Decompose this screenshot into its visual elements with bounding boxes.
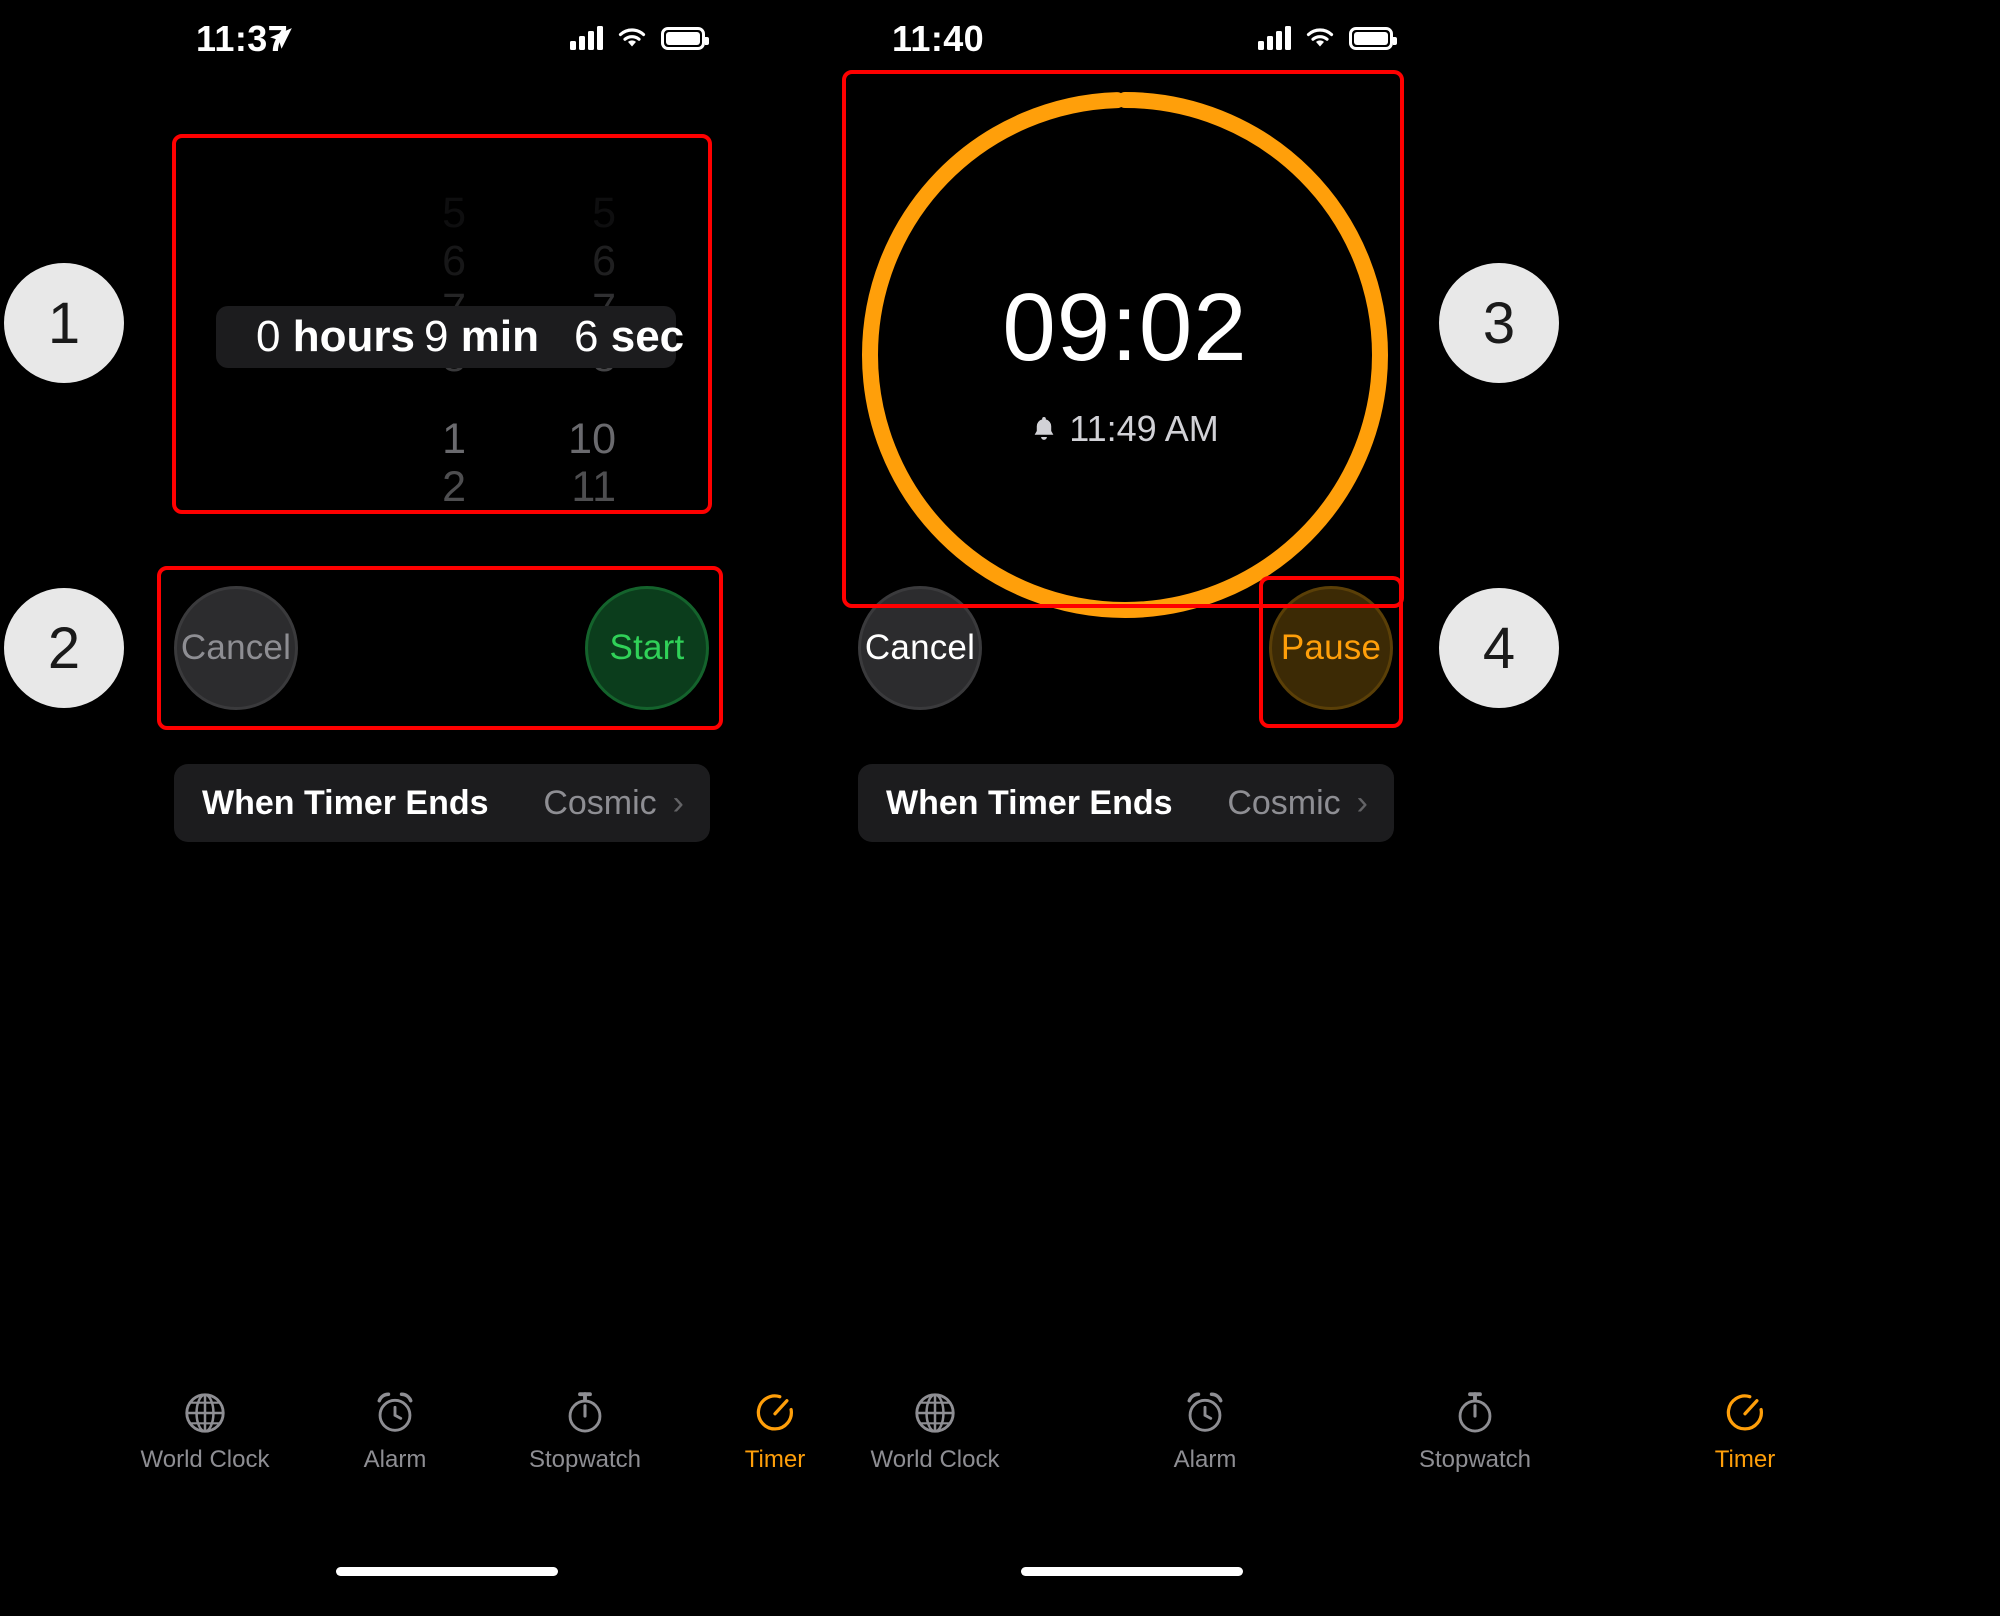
status-bar-left: 11:37: [0, 0, 1000, 80]
wheel-item: 6: [592, 237, 616, 285]
selected-seconds-number: 6: [574, 312, 599, 361]
bell-icon: [1034, 416, 1054, 440]
timer-icon: [1726, 1394, 1763, 1431]
globe-icon: [185, 1393, 225, 1433]
tab-world-clock[interactable]: World Clock: [800, 1390, 1070, 1510]
timer-icon: [756, 1394, 793, 1431]
wheel-item: 2: [606, 192, 712, 235]
tab-label: Stopwatch: [528, 1446, 642, 1473]
cancel-button[interactable]: Cancel: [858, 586, 982, 710]
alarm-clock-icon: [1187, 1392, 1223, 1432]
tab-world-clock[interactable]: World Clock: [110, 1390, 300, 1510]
selected-hours: 0 hours: [256, 312, 415, 362]
tab-label: Timer: [744, 1446, 806, 1473]
battery-icon: [661, 27, 709, 50]
picker-selected-row: 0 hours 9 min 6 sec: [216, 306, 684, 368]
countdown-remaining: 09:02: [1002, 274, 1248, 381]
wheel-item: 5: [592, 189, 616, 237]
tab-bar: World Clock Alarm Stopwatch Timer: [800, 1390, 1880, 1510]
when-timer-ends-value: Cosmic: [543, 783, 657, 822]
home-indicator: [1021, 1567, 1243, 1576]
selected-seconds-unit: sec: [610, 312, 685, 361]
start-button[interactable]: Start: [585, 586, 709, 710]
when-timer-ends-value-group: Cosmic ›: [1227, 784, 1368, 823]
wheel-item: 1: [442, 415, 466, 463]
status-bar-indicators: [570, 24, 709, 50]
tab-timer[interactable]: Timer: [1610, 1390, 1880, 1510]
countdown-end-time: 11:49 AM: [855, 408, 1395, 450]
signal-bars-icon: [570, 24, 603, 50]
pause-button[interactable]: Pause: [1269, 586, 1393, 710]
chevron-right-icon: ›: [1356, 783, 1368, 822]
stopwatch-icon: [568, 1392, 602, 1433]
when-timer-ends-label: When Timer Ends: [886, 783, 1173, 822]
when-timer-ends-value: Cosmic: [1227, 783, 1341, 822]
tab-label: World Clock: [870, 1446, 1000, 1473]
tab-stopwatch[interactable]: Stopwatch: [1340, 1390, 1610, 1510]
callout-badge-4: 4: [1439, 588, 1559, 708]
selected-minutes-unit: min: [460, 312, 539, 361]
battery-icon: [1349, 27, 1397, 50]
selected-seconds: 6 sec: [574, 312, 684, 362]
selected-hours-number: 0: [256, 312, 281, 361]
tab-label: World Clock: [140, 1446, 270, 1473]
selected-minutes: 9 min: [424, 312, 539, 362]
wheel-item: 8: [606, 466, 712, 509]
tab-alarm[interactable]: Alarm: [1070, 1390, 1340, 1510]
status-bar-indicators: [1258, 24, 1397, 50]
wifi-icon: [1306, 28, 1334, 47]
tab-label: Timer: [1714, 1446, 1776, 1473]
wheel-item: 11: [571, 463, 616, 511]
location-arrow-icon: [270, 28, 292, 49]
signal-bars-icon: [1258, 24, 1291, 50]
alarm-clock-icon: [377, 1392, 413, 1432]
when-timer-ends-row[interactable]: When Timer Ends Cosmic ›: [174, 764, 710, 842]
status-bar-right: [1000, 0, 2000, 80]
wifi-icon: [618, 28, 646, 47]
stopwatch-icon: [1458, 1392, 1492, 1433]
when-timer-ends-label: When Timer Ends: [202, 783, 489, 822]
countdown-end-time-text: 11:49 AM: [1069, 408, 1219, 449]
wheel-item: 5: [442, 189, 466, 237]
when-timer-ends-row[interactable]: When Timer Ends Cosmic ›: [858, 764, 1394, 842]
globe-icon: [915, 1393, 955, 1433]
cancel-button[interactable]: Cancel: [174, 586, 298, 710]
chevron-right-icon: ›: [672, 783, 684, 822]
wheel-item: 10: [568, 415, 616, 463]
duration-picker[interactable]: 5 6 7 8 1 2 3 4 5 6 7 8 10 11 12: [176, 136, 712, 514]
tab-label: Alarm: [1173, 1446, 1237, 1473]
selected-minutes-number: 9: [424, 312, 449, 361]
wheel-item: 7: [606, 418, 712, 461]
callout-badge-1: 1: [4, 263, 124, 383]
screenshot-stage: 11:37 5 6 7 8: [0, 0, 2000, 1616]
status-bar-clock: 11:40: [892, 18, 985, 59]
callout-badge-3: 3: [1439, 263, 1559, 383]
when-timer-ends-value-group: Cosmic ›: [543, 784, 684, 823]
selected-hours-unit: hours: [292, 312, 415, 361]
callout-badge-2: 2: [4, 588, 124, 708]
tab-alarm[interactable]: Alarm: [300, 1390, 490, 1510]
wheel-item: 6: [442, 237, 466, 285]
tab-bar: World Clock Alarm Stopwatch Timer: [110, 1390, 870, 1510]
wheel-item: 2: [442, 463, 466, 511]
tab-stopwatch[interactable]: Stopwatch: [490, 1390, 680, 1510]
left-phone-screen: 11:37 5 6 7 8: [0, 0, 1000, 1616]
wheel-item: 3: [606, 240, 712, 283]
tab-label: Stopwatch: [1418, 1446, 1532, 1473]
home-indicator: [336, 1567, 558, 1576]
tab-label: Alarm: [363, 1446, 427, 1473]
